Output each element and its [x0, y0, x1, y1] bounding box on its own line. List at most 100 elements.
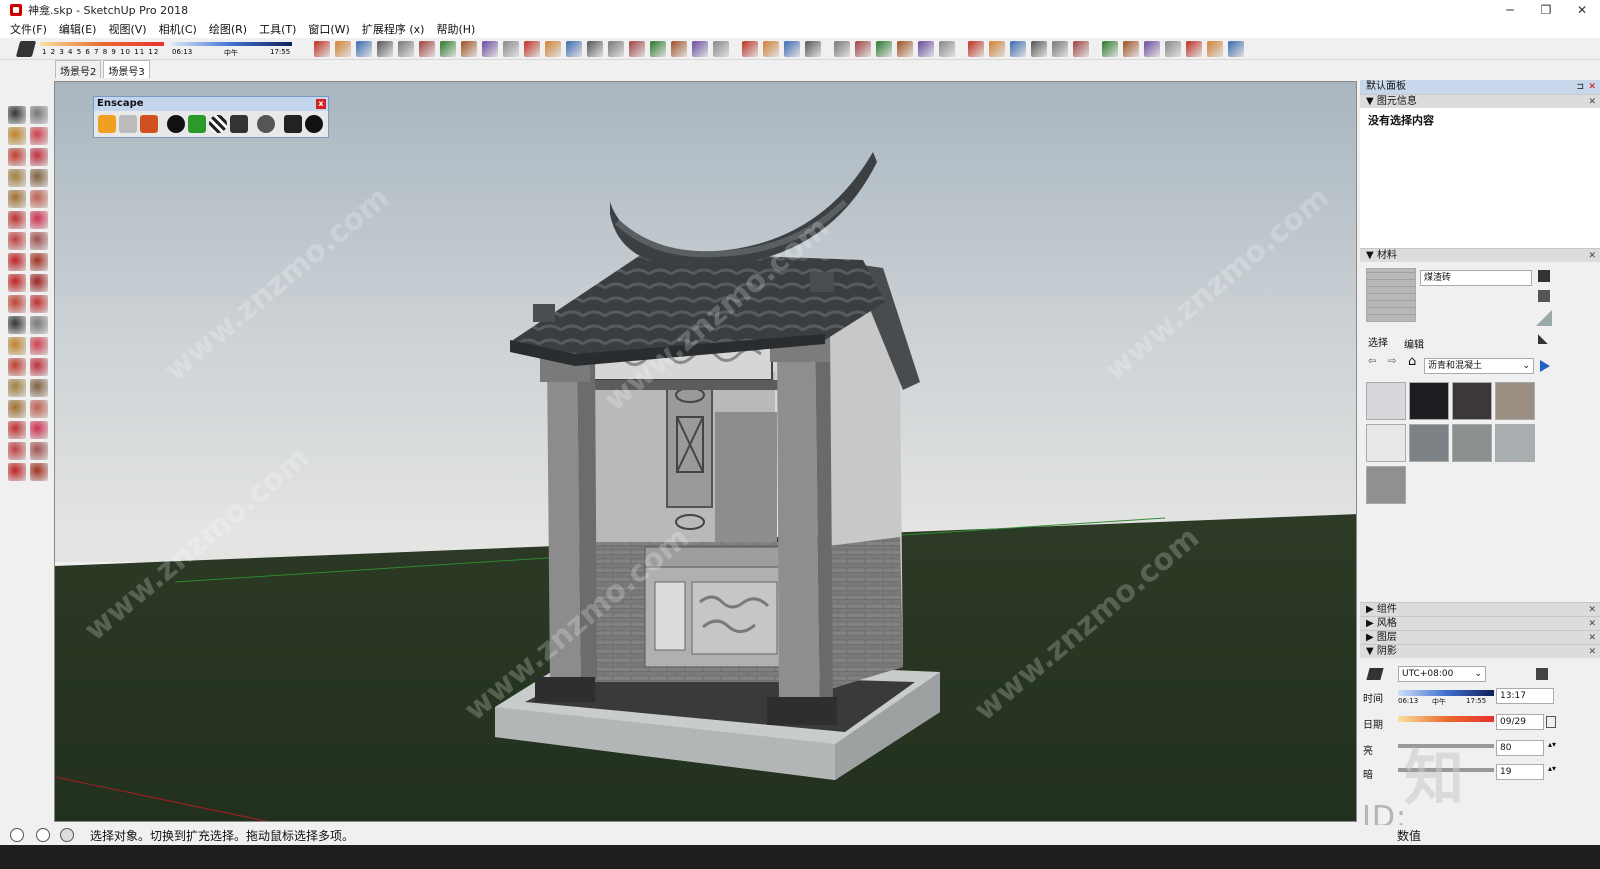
rotated-rect-tool-icon[interactable] [30, 169, 48, 187]
paint-tool-icon[interactable] [356, 41, 372, 57]
protractor-tool-icon[interactable] [629, 41, 645, 57]
menu-help[interactable]: 帮助(H) [436, 21, 475, 37]
section-tool-icon[interactable] [650, 41, 666, 57]
pan-tool-icon[interactable] [30, 379, 48, 397]
walk-tool-icon[interactable] [8, 463, 26, 481]
shadows-close-icon[interactable]: ✕ [1588, 645, 1596, 659]
eraser-tool-icon[interactable] [30, 127, 48, 145]
shadow-toggle-icon[interactable] [1366, 668, 1384, 680]
maximize-button[interactable]: ❐ [1528, 0, 1564, 20]
xray-tool-icon[interactable] [968, 41, 984, 57]
sandbox-contours-tool-icon[interactable] [1123, 41, 1139, 57]
home-icon[interactable]: ⌂ [1408, 354, 1416, 369]
menu-view[interactable]: 视图(V) [108, 21, 146, 37]
menu-extensions[interactable]: 扩展程序 (x) [362, 21, 425, 37]
enscape-add-icon[interactable] [167, 115, 185, 133]
create-material-icon[interactable] [1538, 290, 1550, 302]
sample-paint-icon[interactable] [1536, 310, 1552, 326]
menu-file[interactable]: 文件(F) [10, 21, 47, 37]
enscape-settings-icon[interactable] [257, 115, 275, 133]
calendar-icon[interactable] [1546, 716, 1556, 728]
menu-camera[interactable]: 相机(C) [159, 21, 197, 37]
select-tool-icon[interactable] [8, 106, 26, 124]
layers-close-icon[interactable]: ✕ [1588, 631, 1596, 645]
material-name-field[interactable]: 煤渣砖 [1420, 270, 1532, 286]
forward-arrow-icon[interactable]: ⇨ [1388, 356, 1396, 367]
follow-me-tool-icon[interactable] [30, 274, 48, 292]
material-swatch[interactable] [1409, 382, 1449, 420]
stamp-tool-icon[interactable] [1186, 41, 1202, 57]
text-tool-icon[interactable] [30, 337, 48, 355]
pan-tool-icon[interactable] [692, 41, 708, 57]
dimension-tool-icon[interactable] [608, 41, 624, 57]
polygon-tool-icon[interactable] [30, 190, 48, 208]
look-around-tool-icon[interactable] [30, 442, 48, 460]
enscape-info-icon[interactable] [305, 115, 323, 133]
material-swatch[interactable] [1495, 424, 1535, 462]
light-stepper-icon[interactable]: ▴▾ [1548, 740, 1556, 749]
rotate-tool-icon[interactable] [8, 274, 26, 292]
material-swatch[interactable] [1366, 382, 1406, 420]
zoom-extents-tool-icon[interactable] [8, 421, 26, 439]
components-close-icon[interactable]: ✕ [1588, 603, 1596, 617]
entity-info-close-icon[interactable]: ✕ [1588, 95, 1596, 109]
timezone-select[interactable]: UTC+08:00 ⌄ [1398, 666, 1486, 682]
make-component-tool-icon[interactable] [30, 106, 48, 124]
enscape-feedback-icon[interactable] [284, 115, 302, 133]
zoom-tool-icon[interactable] [713, 41, 729, 57]
push-pull-tool-icon[interactable] [30, 253, 48, 271]
material-swatch[interactable] [1409, 424, 1449, 462]
line-tool-icon[interactable] [8, 148, 26, 166]
layers-header[interactable]: ▶ 图层 ✕ [1360, 630, 1600, 644]
left-view-tool-icon[interactable] [939, 41, 955, 57]
enscape-start-icon[interactable] [98, 115, 116, 133]
iso-view-tool-icon[interactable] [834, 41, 850, 57]
previous-tool-icon[interactable] [30, 421, 48, 439]
material-swatch[interactable] [1495, 382, 1535, 420]
rect-tool-icon[interactable] [419, 41, 435, 57]
menu-edit[interactable]: 编辑(E) [59, 21, 97, 37]
paint-bucket-tool-icon[interactable] [8, 127, 26, 145]
move-tool-icon[interactable] [8, 253, 26, 271]
user-account-icon[interactable] [60, 828, 74, 842]
materials-header[interactable]: ▼ 材料 ✕ [1360, 248, 1600, 262]
menu-draw[interactable]: 绘图(R) [209, 21, 247, 37]
materials-tab-edit[interactable]: 编辑 [1404, 336, 1424, 351]
details-arrow-icon[interactable] [1540, 360, 1550, 372]
scale-tool-icon[interactable] [503, 41, 519, 57]
textured-tool-icon[interactable] [1073, 41, 1089, 57]
arc-tool-icon[interactable] [8, 211, 26, 229]
material-library-select[interactable]: 沥青和混凝土 ⌄ [1424, 358, 1534, 374]
styles-header[interactable]: ▶ 风格 ✕ [1360, 616, 1600, 630]
menu-window[interactable]: 窗口(W) [308, 21, 349, 37]
credits-info-icon[interactable] [36, 828, 50, 842]
enscape-cloud-icon[interactable] [230, 115, 248, 133]
axes-tool-icon[interactable] [8, 358, 26, 376]
sandbox-scratch-tool-icon[interactable] [1144, 41, 1160, 57]
monochrome-tool-icon[interactable] [1102, 41, 1118, 57]
position-camera-tool-icon[interactable] [8, 442, 26, 460]
material-swatch[interactable] [1452, 382, 1492, 420]
rotate-tool-icon[interactable] [482, 41, 498, 57]
material-swatch[interactable] [1452, 424, 1492, 462]
close-button[interactable]: ✕ [1564, 0, 1600, 20]
enscape-refresh-icon[interactable] [119, 115, 137, 133]
line-tool-icon[interactable] [377, 41, 393, 57]
tray-close-icon[interactable]: ✕ [1588, 80, 1596, 94]
section-plane-tool-icon[interactable] [30, 463, 48, 481]
minimize-button[interactable]: ─ [1492, 0, 1528, 20]
freehand-tool-icon[interactable] [30, 148, 48, 166]
offset-tool-icon[interactable] [524, 41, 540, 57]
circle-tool-icon[interactable] [8, 190, 26, 208]
geo-location-icon[interactable] [10, 828, 24, 842]
eyedropper-icon[interactable] [1538, 332, 1550, 344]
materials-tab-select[interactable]: 选择 [1368, 334, 1388, 349]
smoove-tool-icon[interactable] [1165, 41, 1181, 57]
enscape-views-icon[interactable] [140, 115, 158, 133]
shadows-header[interactable]: ▼ 阴影 ✕ [1360, 644, 1600, 658]
entity-info-header[interactable]: ▼ 图元信息 ✕ [1360, 94, 1600, 108]
back-arrow-icon[interactable]: ⇦ [1368, 356, 1376, 367]
eraser-tool-icon[interactable] [335, 41, 351, 57]
protractor-tool-icon[interactable] [8, 337, 26, 355]
material-swatch[interactable] [1366, 424, 1406, 462]
